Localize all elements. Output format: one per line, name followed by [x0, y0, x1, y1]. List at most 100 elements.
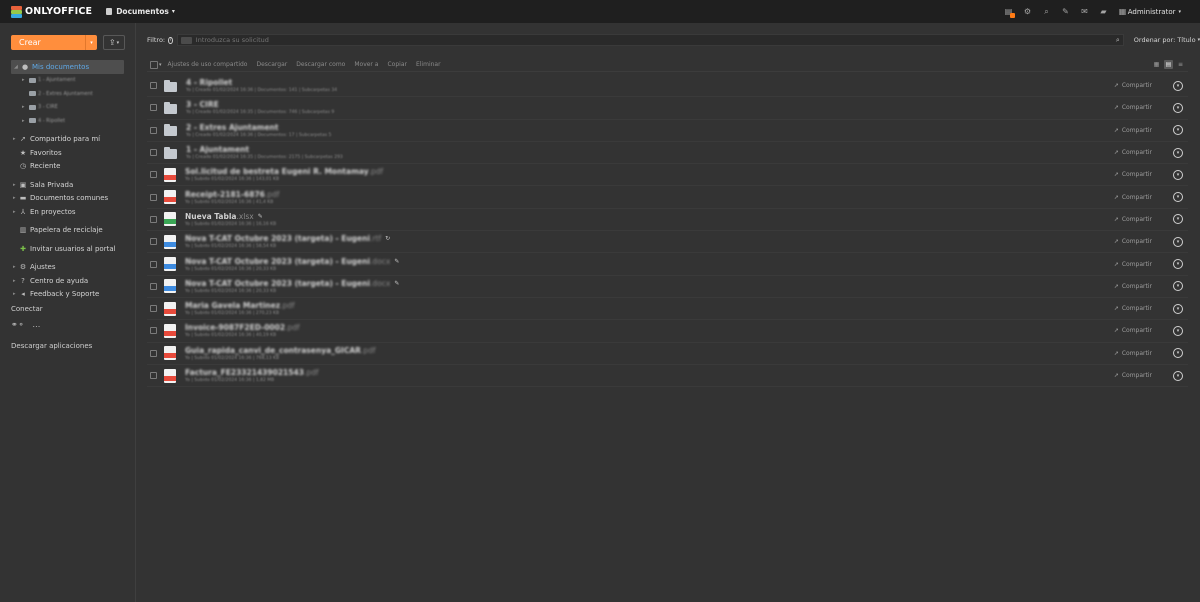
chevron-right-icon[interactable]: ▸	[22, 118, 25, 124]
sidebar-item-feedback[interactable]: ▸ ◂ Feedback y Soporte	[0, 288, 135, 302]
more-actions-icon[interactable]: ▾	[1173, 281, 1183, 292]
sidebar-subfolder[interactable]: ▸ 1 - Ajuntament	[0, 74, 135, 88]
file-row[interactable]: Nova T-CAT Octubre 2023 (targeta) - Euge…	[147, 253, 1188, 276]
documents-icon[interactable]: ▤	[999, 0, 1018, 23]
row-checkbox[interactable]	[150, 305, 157, 313]
share-button[interactable]: ➚ Compartir	[1114, 104, 1152, 111]
chevron-right-icon[interactable]: ▸	[13, 195, 16, 201]
onlyoffice-logo[interactable]: ONLYOFFICE	[11, 0, 92, 23]
sidebar-item-projects[interactable]: ▸ ⅄ En proyectos	[0, 205, 135, 219]
select-all-checkbox[interactable]	[150, 60, 158, 69]
search-icon[interactable]: ⌕	[1116, 36, 1120, 45]
grid-view-icon[interactable]: ▦	[1152, 60, 1161, 69]
row-checkbox[interactable]	[150, 171, 157, 179]
chevron-down-icon[interactable]: ▾	[159, 62, 162, 68]
sidebar-item-help-center[interactable]: ▸ ? Centro de ayuda	[0, 274, 135, 288]
folder-row[interactable]: 1 - Ajuntament Yo | Creado 01/02/2024 16:…	[147, 142, 1188, 165]
folder-row[interactable]: 4 - Ripollet Yo | Creado 01/02/2024 16:36…	[147, 75, 1188, 98]
share-button[interactable]: ➚ Compartir	[1114, 149, 1152, 156]
gear-icon[interactable]: ⚙	[1018, 0, 1037, 23]
share-button[interactable]: ➚ Compartir	[1114, 283, 1152, 290]
more-actions-icon[interactable]: ▾	[1173, 259, 1183, 270]
module-switcher[interactable]: Documentos ▾	[106, 7, 175, 16]
copy-button[interactable]: Copiar	[387, 61, 406, 68]
search-icon[interactable]: ⌕	[1037, 0, 1056, 23]
file-name[interactable]: Maria Gavela Martinez.pdf	[185, 301, 295, 310]
more-actions-icon[interactable]: ▾	[1173, 169, 1183, 180]
chevron-right-icon[interactable]: ▸	[13, 136, 16, 142]
file-name[interactable]: 4 - Ripollet	[186, 78, 232, 87]
more-actions-icon[interactable]: ▾	[1173, 236, 1183, 247]
share-button[interactable]: ➚ Compartir	[1114, 327, 1152, 334]
file-name[interactable]: Nova T-CAT Octubre 2023 (targeta) - Euge…	[185, 257, 390, 266]
more-actions-icon[interactable]: ▾	[1173, 370, 1183, 381]
create-button[interactable]: Crear ▾	[11, 35, 97, 50]
file-row[interactable]: Factura_FE23321439021543.pdf Yo | Subido …	[147, 365, 1188, 388]
sidebar-item-favorites[interactable]: ★ Favoritos	[0, 146, 135, 160]
edit-icon[interactable]: ✎	[394, 258, 399, 265]
more-actions-icon[interactable]: ▾	[1173, 102, 1183, 113]
user-menu[interactable]: Administrator ▾	[1128, 0, 1181, 23]
file-row[interactable]: Nova T-CAT Octubre 2023 (targeta) - Euge…	[147, 276, 1188, 298]
edit-icon[interactable]: ✎	[258, 213, 263, 220]
file-name[interactable]: Guia_rapida_canvi_de_contrasenya_GICAR.p…	[185, 346, 375, 355]
row-checkbox[interactable]	[150, 126, 157, 134]
share-button[interactable]: ➚ Compartir	[1114, 261, 1152, 268]
file-row[interactable]: Nueva Tabla.xlsx ✎ Yo | Subido 01/02/2024 …	[147, 209, 1188, 232]
file-row[interactable]: Invoice-9087F2ED-0002.pdf Yo | Subido 01/…	[147, 320, 1188, 343]
chevron-down-icon[interactable]: ▾	[85, 35, 97, 50]
sidebar-item-my-documents[interactable]: ◢ ● Mis documentos	[11, 60, 124, 74]
file-name[interactable]: Nova T-CAT Octubre 2023 (targeta) - Euge…	[185, 279, 390, 288]
sidebar-item-trash[interactable]: ▥ Papelera de reciclaje	[0, 224, 135, 238]
row-checkbox[interactable]	[150, 372, 157, 379]
row-checkbox[interactable]	[150, 149, 157, 157]
share-button[interactable]: ➚ Compartir	[1114, 82, 1152, 89]
folder-row[interactable]: 2 - Extres Ajuntament Yo | Creado 01/02/2…	[147, 120, 1188, 142]
help-icon[interactable]: ?	[168, 36, 173, 44]
connect-accounts-icon[interactable]: ⚭⚬	[11, 320, 24, 329]
share-button[interactable]: ➚ Compartir	[1114, 171, 1152, 178]
sidebar-subfolder[interactable]: ▸ 3 - CIRE	[0, 101, 135, 115]
file-row[interactable]: Receipt-2181-6876.pdf Yo | Subido 01/02/2…	[147, 186, 1188, 209]
share-button[interactable]: ➚ Compartir	[1114, 216, 1152, 223]
download-button[interactable]: Descargar	[256, 61, 287, 68]
more-icon[interactable]: …	[32, 320, 40, 329]
more-actions-icon[interactable]: ▾	[1173, 325, 1183, 336]
row-checkbox[interactable]	[150, 215, 157, 223]
file-name[interactable]: 3 - CIRE	[186, 100, 219, 109]
sidebar-subfolder[interactable]: ▸ 4 - Ripollet	[0, 114, 135, 128]
more-actions-icon[interactable]: ▾	[1173, 80, 1183, 91]
download-as-button[interactable]: Descargar como	[296, 61, 345, 68]
more-actions-icon[interactable]: ▾	[1173, 192, 1183, 203]
sidebar-item-invite-users[interactable]: ✚ Invitar usuarios al portal	[0, 242, 135, 256]
row-checkbox[interactable]	[150, 193, 157, 201]
file-name[interactable]: 2 - Extres Ajuntament	[186, 123, 279, 132]
row-checkbox[interactable]	[150, 282, 157, 290]
file-name[interactable]: Receipt-2181-6876.pdf	[185, 190, 279, 199]
more-actions-icon[interactable]: ▾	[1173, 303, 1183, 314]
sidebar-item-shared[interactable]: ▸ ➚ Compartido para mí	[0, 133, 135, 147]
sort-dropdown[interactable]: Ordenar por: Título ▾ ⇅	[1134, 36, 1200, 44]
move-to-button[interactable]: Mover a	[354, 61, 378, 68]
file-row[interactable]: Sol.licitud de bestreta Eugeni R. Montam…	[147, 164, 1188, 187]
chevron-right-icon[interactable]: ▸	[22, 104, 25, 110]
filter-toggle[interactable]	[180, 36, 192, 44]
feed-icon[interactable]: ✎	[1056, 0, 1075, 23]
row-checkbox[interactable]	[150, 82, 157, 90]
file-name[interactable]: Factura_FE23321439021543.pdf	[185, 368, 318, 377]
share-button[interactable]: ➚ Compartir	[1114, 194, 1152, 201]
file-name[interactable]: Invoice-9087F2ED-0002.pdf	[185, 323, 300, 332]
share-button[interactable]: ➚ Compartir	[1114, 305, 1152, 312]
mail-icon[interactable]: ✉	[1075, 0, 1094, 23]
chevron-right-icon[interactable]: ▸	[13, 182, 16, 188]
download-apps-link[interactable]: Descargar aplicaciones	[11, 342, 92, 350]
file-name[interactable]: Nueva Tabla.xlsx	[185, 212, 254, 221]
delete-button[interactable]: Eliminar	[416, 61, 441, 68]
row-checkbox[interactable]	[150, 349, 157, 357]
row-checkbox[interactable]	[150, 238, 157, 246]
more-actions-icon[interactable]: ▾	[1173, 125, 1183, 136]
sidebar-subfolder[interactable]: 2 - Extres Ajuntament	[0, 87, 135, 101]
folder-row[interactable]: 3 - CIRE Yo | Creado 01/02/2024 16:35 | D…	[147, 97, 1188, 120]
chevron-right-icon[interactable]: ▸	[22, 77, 25, 83]
list-view-icon[interactable]: ≡	[1176, 60, 1185, 69]
